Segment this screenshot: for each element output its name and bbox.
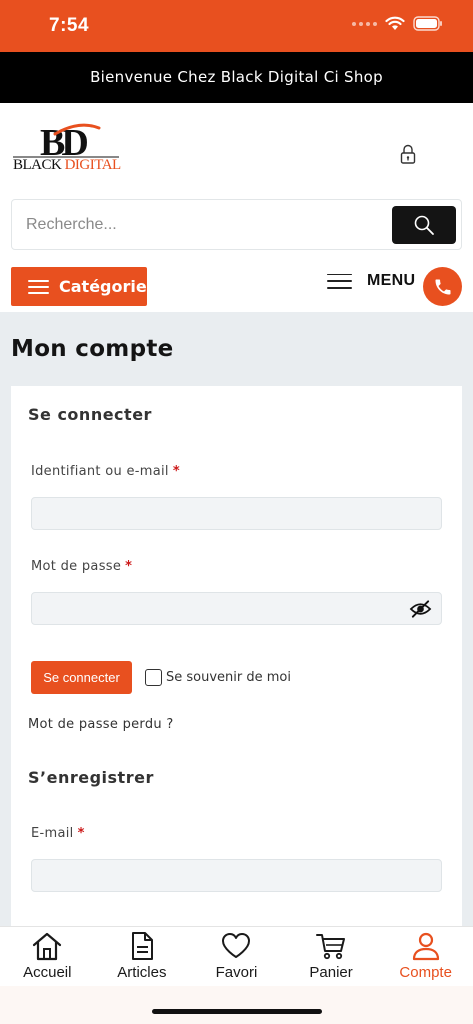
logo-wordmark: BLACK DIGITAL xyxy=(13,157,121,173)
category-button[interactable]: Catégorie xyxy=(11,267,147,306)
search-input[interactable] xyxy=(26,200,386,249)
search-icon xyxy=(414,215,434,235)
remember-me[interactable]: Se souvenir de moi xyxy=(145,669,291,686)
nav-item-panier[interactable]: Panier xyxy=(284,927,379,986)
wifi-icon xyxy=(385,16,405,30)
hamburger-icon xyxy=(28,279,49,294)
home-indicator-area xyxy=(0,986,473,1024)
nav-label-compte: Compte xyxy=(399,964,452,981)
login-card: Se connecter Identifiant ou e-mail * Mot … xyxy=(11,386,462,926)
menu-toggle[interactable]: MENU xyxy=(327,272,415,290)
nav-item-accueil[interactable]: Accueil xyxy=(0,927,95,986)
email-input[interactable] xyxy=(31,859,442,892)
search-button[interactable] xyxy=(392,206,456,244)
bd-logo-mark: BD xyxy=(13,122,119,158)
home-indicator[interactable] xyxy=(152,1009,322,1014)
site-logo[interactable]: BD BLACK DIGITAL xyxy=(13,122,121,174)
user-icon xyxy=(412,932,439,961)
phone-button[interactable] xyxy=(423,267,462,306)
register-heading: S’enregistrer xyxy=(28,768,154,787)
remember-me-checkbox[interactable] xyxy=(145,669,162,686)
search-bar xyxy=(11,199,462,250)
page-title: Mon compte xyxy=(11,336,174,362)
category-button-label: Catégorie xyxy=(59,277,147,296)
menu-label: MENU xyxy=(367,272,416,289)
home-icon xyxy=(33,932,62,961)
lock-icon[interactable] xyxy=(398,143,418,165)
svg-text:BD: BD xyxy=(40,122,87,158)
nav-item-articles[interactable]: Articles xyxy=(95,927,190,986)
login-heading: Se connecter xyxy=(28,405,152,424)
username-input[interactable] xyxy=(31,497,442,530)
email-label: E-mail * xyxy=(31,826,85,841)
nav-item-favori[interactable]: Favori xyxy=(189,927,284,986)
nav-label-accueil: Accueil xyxy=(23,964,72,981)
status-icons xyxy=(352,16,443,31)
heart-icon xyxy=(222,933,251,958)
phone-icon xyxy=(435,279,450,294)
status-time: 7:54 xyxy=(49,15,90,36)
battery-icon xyxy=(413,16,442,31)
nav-label-panier: Panier xyxy=(309,964,353,981)
document-icon xyxy=(131,932,153,960)
eye-slash-icon[interactable] xyxy=(409,599,432,619)
cellular-signal-icon xyxy=(352,21,377,26)
username-label: Identifiant ou e-mail * xyxy=(31,464,180,479)
menu-hamburger-icon xyxy=(327,273,352,289)
nav-label-favori: Favori xyxy=(215,964,258,981)
nav-label-articles: Articles xyxy=(117,964,167,981)
welcome-banner: Bienvenue Chez Black Digital Ci Shop xyxy=(0,52,473,103)
bottom-nav: Accueil Articles Favori Panier Compte xyxy=(0,926,473,986)
login-button[interactable]: Se connecter xyxy=(31,661,132,694)
account-content: Mon compte Se connecter Identifiant ou e… xyxy=(0,312,473,926)
password-label: Mot de passe * xyxy=(31,559,133,574)
cart-icon xyxy=(316,934,346,960)
status-bar: 7:54 xyxy=(0,0,473,52)
password-input[interactable] xyxy=(31,592,442,625)
nav-item-compte[interactable]: Compte xyxy=(378,927,473,986)
remember-me-label: Se souvenir de moi xyxy=(166,670,291,685)
lost-password-link[interactable]: Mot de passe perdu ? xyxy=(28,717,174,732)
